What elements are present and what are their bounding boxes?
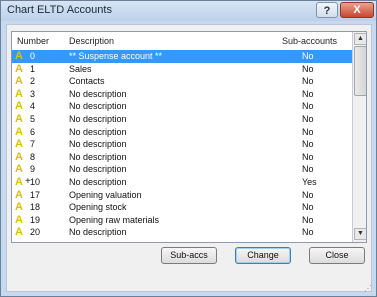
table-row[interactable]: A 6 No description No — [12, 126, 352, 139]
sub-accs-button[interactable]: Sub-accs — [161, 247, 217, 264]
column-header-sub-accounts[interactable]: Sub-accounts — [282, 36, 337, 46]
account-icon: A — [15, 226, 23, 239]
sub-accounts-value: No — [302, 88, 314, 99]
table-row[interactable]: A 7 No description No — [12, 138, 352, 151]
account-icon: A — [15, 150, 23, 163]
sub-accounts-value: No — [302, 189, 314, 200]
account-description: Opening raw materials — [69, 214, 160, 225]
sub-accounts-value: No — [302, 139, 314, 150]
sub-accounts-value: No — [302, 214, 314, 225]
account-description: Sales — [69, 63, 92, 74]
table-row[interactable]: A 17 Opening valuation No — [12, 189, 352, 202]
list-header: Number Description Sub-accounts — [12, 32, 352, 51]
account-number: 7 — [30, 139, 36, 150]
vertical-scrollbar[interactable]: ▲ ▼ — [352, 32, 366, 242]
column-header-description[interactable]: Description — [69, 36, 114, 46]
account-number: 19 — [30, 214, 41, 225]
scroll-thumb[interactable] — [354, 46, 366, 96]
sub-accounts-value: No — [302, 51, 314, 61]
resize-grip-icon[interactable]: ⋰ — [364, 284, 374, 294]
account-icon: A — [15, 50, 23, 62]
table-row[interactable]: A 1 Sales No — [12, 63, 352, 76]
account-icon: A — [15, 112, 23, 125]
account-description: No description — [69, 126, 127, 137]
account-description: No description — [69, 227, 127, 238]
account-description: No description — [69, 164, 127, 175]
account-description: No description — [69, 139, 127, 150]
sub-accounts-value: No — [302, 202, 314, 213]
table-row[interactable]: A 4 No description No — [12, 100, 352, 113]
sub-accounts-value: No — [302, 76, 314, 87]
close-window-button[interactable]: X — [340, 2, 374, 18]
account-description: No description — [69, 151, 127, 162]
table-row[interactable]: A 8 No description No — [12, 151, 352, 164]
account-number: 4 — [30, 101, 36, 112]
sub-accounts-value: No — [302, 164, 314, 175]
account-number: 17 — [30, 189, 41, 200]
account-icon: A — [15, 188, 23, 201]
account-number: 2 — [30, 76, 36, 87]
account-icon: A — [15, 213, 23, 226]
account-number: 10 — [30, 176, 41, 187]
account-icon: A — [15, 163, 23, 176]
table-row[interactable]: A 20 No description No — [12, 226, 352, 239]
account-number: 3 — [30, 88, 36, 99]
account-description: ** Suspense account ** — [69, 51, 163, 61]
account-description: Contacts — [69, 76, 105, 87]
sub-accounts-value: No — [302, 126, 314, 137]
account-number: 0 — [30, 51, 36, 61]
column-header-number[interactable]: Number — [17, 36, 49, 46]
account-number: 1 — [30, 63, 36, 74]
title-bar[interactable]: Chart ELTD Accounts ? X — [1, 1, 376, 21]
account-number: 9 — [30, 164, 36, 175]
accounts-list[interactable]: Number Description Sub-accounts A 0 ** Sus… — [11, 31, 367, 243]
account-description: No description — [69, 101, 127, 112]
sub-accounts-value: Yes — [302, 176, 317, 187]
account-description: No description — [69, 113, 127, 124]
scroll-up-arrow-icon[interactable]: ▲ — [354, 33, 366, 45]
scroll-down-arrow-icon[interactable]: ▼ — [354, 228, 366, 240]
account-description: Opening stock — [69, 202, 127, 213]
sub-accounts-value: No — [302, 227, 314, 238]
account-number: 5 — [30, 113, 36, 124]
account-number: 6 — [30, 126, 36, 137]
sub-accounts-value: No — [302, 63, 314, 74]
table-row[interactable]: A 3 No description No — [12, 88, 352, 101]
account-icon: A — [15, 100, 23, 113]
account-icon: A — [15, 87, 23, 100]
account-description: Opening valuation — [69, 189, 142, 200]
change-button[interactable]: Change — [235, 247, 291, 264]
window-title: Chart ELTD Accounts — [7, 4, 112, 16]
help-button[interactable]: ? — [316, 2, 338, 18]
table-row[interactable]: A 18 Opening stock No — [12, 201, 352, 214]
table-row[interactable]: A +10 No description Yes — [12, 176, 352, 189]
list-rows: A 0 ** Suspense account ** No A 1 Sales No A 2 Con… — [12, 50, 352, 239]
table-row[interactable]: A 5 No description No — [12, 113, 352, 126]
account-number: 18 — [30, 202, 41, 213]
close-button[interactable]: Close — [309, 247, 365, 264]
dialog-window: Chart ELTD Accounts ? X Number Descripti… — [0, 0, 377, 297]
account-icon: A — [15, 201, 23, 214]
sub-accounts-value: No — [302, 101, 314, 112]
table-row[interactable]: A 19 Opening raw materials No — [12, 214, 352, 227]
account-icon: A — [15, 138, 23, 151]
sub-accounts-value: No — [302, 113, 314, 124]
account-icon: A — [15, 175, 23, 188]
account-icon: A — [15, 75, 23, 88]
sub-accounts-value: No — [302, 151, 314, 162]
account-number: 8 — [30, 151, 36, 162]
table-row[interactable]: A 0 ** Suspense account ** No — [12, 50, 352, 63]
table-row[interactable]: A 9 No description No — [12, 163, 352, 176]
table-row[interactable]: A 2 Contacts No — [12, 75, 352, 88]
account-description: No description — [69, 176, 127, 187]
account-number: 20 — [30, 227, 41, 238]
account-icon: A — [15, 62, 23, 75]
account-icon: A — [15, 125, 23, 138]
account-description: No description — [69, 88, 127, 99]
